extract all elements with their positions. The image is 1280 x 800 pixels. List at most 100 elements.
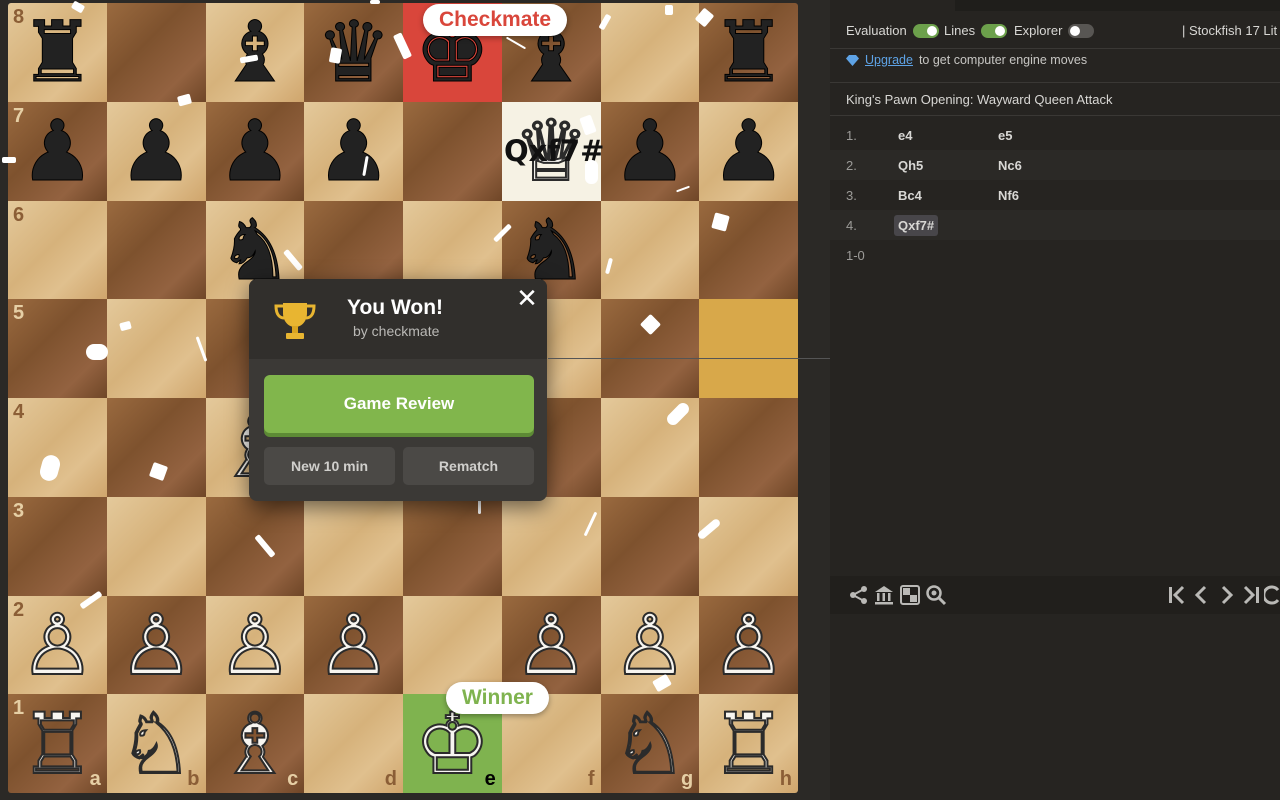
square-a7[interactable]: 7 ♟: [8, 101, 107, 201]
toggle-switch[interactable]: [1068, 23, 1095, 38]
white-piece-icon[interactable]: ♙: [19, 602, 96, 688]
black-piece-icon[interactable]: ♜: [19, 10, 95, 95]
white-move[interactable]: Bc4: [894, 185, 926, 206]
square-c2[interactable]: ♙: [205, 595, 305, 695]
toggle-label: Explorer: [1014, 23, 1063, 38]
white-piece-icon[interactable]: ♙: [117, 602, 194, 688]
white-piece-icon[interactable]: ♙: [611, 602, 688, 688]
white-piece-icon[interactable]: ♙: [216, 602, 293, 688]
active-tab-edge[interactable]: [830, 0, 955, 11]
square-d1[interactable]: d: [304, 694, 403, 793]
next-move-icon[interactable]: [1215, 584, 1237, 606]
black-piece-icon[interactable]: ♟: [710, 109, 786, 194]
square-b7[interactable]: ♟: [106, 101, 206, 201]
evaluation-toggle[interactable]: Evaluation: [846, 23, 939, 38]
square-b8[interactable]: [106, 3, 206, 102]
square-a1[interactable]: 1 a ♖: [8, 694, 107, 793]
move-row: 2. Qh5 Nc6: [830, 150, 1280, 180]
square-h1[interactable]: h ♖: [699, 694, 798, 793]
square-h8[interactable]: ♜: [699, 3, 798, 102]
white-piece-icon[interactable]: ♘: [117, 701, 194, 787]
square-a3[interactable]: 3: [8, 496, 107, 596]
flip-board-icon[interactable]: [1264, 584, 1280, 606]
black-piece-icon[interactable]: ♛: [315, 10, 391, 95]
black-piece-icon[interactable]: ♟: [315, 109, 391, 194]
black-move[interactable]: Nf6: [994, 185, 1023, 206]
square-h4[interactable]: [699, 398, 798, 497]
white-piece-icon[interactable]: ♙: [512, 602, 589, 688]
black-piece-icon[interactable]: ♟: [118, 109, 194, 194]
square-d7[interactable]: ♟: [304, 101, 403, 201]
square-h7[interactable]: ♟: [699, 101, 798, 201]
square-c3[interactable]: [205, 496, 305, 596]
square-g7[interactable]: ♟: [600, 101, 700, 201]
square-c8[interactable]: ♝: [205, 3, 305, 102]
black-move[interactable]: e5: [994, 125, 1016, 146]
black-piece-icon[interactable]: ♟: [19, 109, 95, 194]
lines-toggle[interactable]: Lines: [944, 23, 1008, 38]
new-game-button[interactable]: New 10 min: [264, 447, 395, 485]
square-c1[interactable]: c ♗: [205, 694, 305, 793]
square-b2[interactable]: ♙: [106, 595, 206, 695]
white-piece-icon[interactable]: ♖: [710, 701, 787, 787]
black-move[interactable]: Nc6: [994, 155, 1026, 176]
share-icon[interactable]: [848, 584, 870, 606]
square-d8[interactable]: ♛: [304, 3, 403, 102]
square-b1[interactable]: b ♘: [106, 694, 206, 793]
white-piece-icon[interactable]: ♗: [216, 701, 293, 787]
square-a4[interactable]: 4: [8, 398, 107, 497]
white-piece-icon[interactable]: ♘: [611, 701, 688, 787]
white-piece-icon[interactable]: ♔: [414, 701, 491, 787]
square-h5[interactable]: [699, 299, 798, 398]
square-a2[interactable]: 2 ♙: [8, 595, 107, 695]
square-a6[interactable]: 6: [8, 200, 107, 300]
white-piece-icon[interactable]: ♖: [19, 701, 96, 787]
square-d3[interactable]: [304, 496, 403, 596]
black-piece-icon[interactable]: ♟: [612, 109, 688, 194]
upgrade-link[interactable]: Upgrade: [865, 53, 913, 67]
upgrade-text: to get computer engine moves: [918, 53, 1088, 67]
black-piece-icon[interactable]: ♜: [710, 10, 786, 95]
last-move-icon[interactable]: [1240, 584, 1262, 606]
toggle-switch[interactable]: [981, 23, 1008, 38]
black-move[interactable]: [994, 215, 1002, 236]
game-review-button[interactable]: Game Review: [264, 375, 534, 433]
move-number: 3.: [846, 187, 857, 203]
rematch-button[interactable]: Rematch: [403, 447, 534, 485]
white-move[interactable]: Qh5: [894, 155, 927, 176]
square-e3[interactable]: [403, 496, 502, 596]
first-move-icon[interactable]: [1166, 584, 1188, 606]
square-f3[interactable]: [501, 496, 601, 596]
square-b4[interactable]: [106, 398, 206, 497]
previous-move-icon[interactable]: [1191, 584, 1213, 606]
square-g3[interactable]: [600, 496, 700, 596]
black-piece-icon[interactable]: ♟: [217, 109, 293, 194]
square-c7[interactable]: ♟: [205, 101, 305, 201]
square-e7[interactable]: [403, 101, 502, 201]
black-piece-icon[interactable]: ♝: [217, 10, 293, 95]
white-piece-icon[interactable]: ♙: [710, 602, 787, 688]
white-piece-icon[interactable]: ♙: [315, 602, 392, 688]
analysis-search-icon[interactable]: [925, 584, 947, 606]
square-b3[interactable]: [106, 496, 206, 596]
square-b5[interactable]: [106, 299, 206, 398]
close-icon[interactable]: ✕: [515, 285, 539, 311]
square-d2[interactable]: ♙: [304, 595, 403, 695]
library-icon[interactable]: [873, 584, 895, 606]
square-g6[interactable]: [600, 200, 700, 300]
square-g2[interactable]: ♙: [600, 595, 700, 695]
square-h3[interactable]: [699, 496, 798, 596]
toggle-switch[interactable]: [912, 23, 939, 38]
square-g1[interactable]: g ♘: [600, 694, 700, 793]
square-h2[interactable]: ♙: [699, 595, 798, 695]
explorer-toggle[interactable]: Explorer: [1014, 23, 1095, 38]
square-b6[interactable]: [106, 200, 206, 300]
square-f2[interactable]: ♙: [501, 595, 601, 695]
rank-coordinate: 1: [13, 697, 25, 720]
board-editor-icon[interactable]: [899, 584, 921, 606]
square-g8[interactable]: [600, 3, 700, 102]
square-e2[interactable]: [403, 595, 502, 695]
white-move[interactable]: e4: [894, 125, 916, 146]
square-a8[interactable]: 8 ♜: [8, 3, 107, 102]
white-move-current[interactable]: Qxf7#: [894, 214, 939, 236]
